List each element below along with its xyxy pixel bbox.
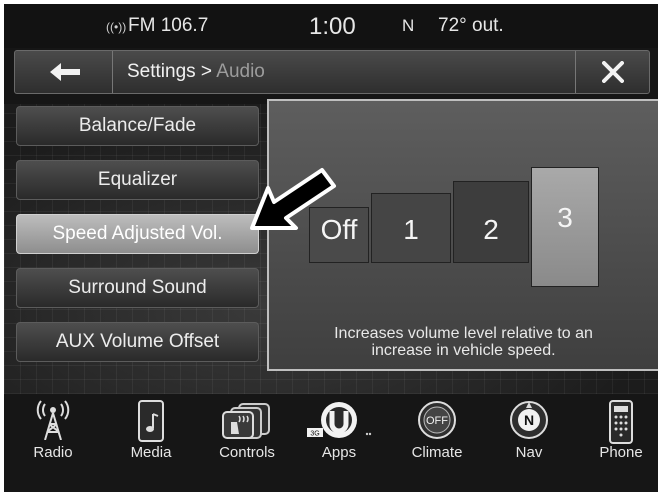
nav-media[interactable]: Media: [110, 392, 192, 472]
option-2[interactable]: 2: [453, 181, 529, 263]
description-line-1: Increases volume level relative to an: [334, 325, 593, 342]
menu-equalizer[interactable]: Equalizer: [16, 160, 259, 200]
compass-n-text: N: [524, 412, 534, 428]
nav-climate-label: Climate: [411, 444, 463, 461]
climate-off-icon: OFF: [418, 401, 456, 439]
nav-radio-label: Radio: [33, 444, 73, 461]
radio-tower-icon: [36, 400, 70, 440]
apps-3g-badge: 3G: [310, 431, 319, 438]
nav-apps-label: Apps: [321, 444, 357, 461]
heated-seat-icon: [222, 403, 270, 439]
callout-arrow-icon: [250, 168, 336, 230]
outside-temperature: 72° out.: [438, 15, 504, 36]
nav-nav-label: Nav: [515, 444, 543, 461]
close-icon: [602, 61, 624, 83]
nav-nav[interactable]: N Nav: [488, 392, 570, 472]
nav-media-label: Media: [130, 444, 172, 461]
menu-aux-volume-offset[interactable]: AUX Volume Offset: [16, 322, 259, 362]
description-line-2: increase in vehicle speed.: [371, 342, 556, 359]
status-bar: ((•)) FM 106.7 1:00 N 72° out.: [4, 4, 658, 48]
back-button[interactable]: [15, 51, 113, 93]
option-1[interactable]: 1: [371, 193, 451, 263]
header-bar: Settings > Audio: [14, 50, 650, 94]
climate-off-text: OFF: [426, 415, 448, 427]
uconnect-icon: 3G: [307, 402, 372, 438]
breadcrumb-settings[interactable]: Settings >: [127, 61, 216, 82]
menu-speed-adjusted-vol[interactable]: Speed Adjusted Vol.: [16, 214, 259, 254]
menu-balance-fade[interactable]: Balance/Fade: [16, 106, 259, 146]
nav-controls[interactable]: Controls: [206, 392, 288, 472]
back-arrow-icon: [50, 63, 80, 81]
nav-phone-label: Phone: [599, 444, 643, 461]
setting-description: Increases volume level relative to an in…: [269, 325, 658, 359]
breadcrumb: Settings > Audio: [127, 61, 265, 83]
radio-station[interactable]: FM 106.7: [128, 15, 208, 37]
nav-phone[interactable]: Phone: [580, 392, 658, 472]
nav-climate[interactable]: OFF Climate: [396, 392, 478, 472]
compass-icon: N: [510, 401, 548, 439]
option-3-label: 3: [557, 202, 573, 233]
nav-controls-label: Controls: [219, 444, 275, 461]
menu-surround-sound[interactable]: Surround Sound: [16, 268, 259, 308]
option-2-label: 2: [483, 214, 499, 245]
nav-radio[interactable]: Radio: [12, 392, 94, 472]
screen: ((•)) FM 106.7 1:00 N 72° out. Settings …: [4, 4, 658, 492]
media-phone-icon: [138, 400, 164, 442]
compass-heading: N: [402, 16, 415, 35]
option-3-selected[interactable]: 3: [531, 167, 599, 287]
nav-apps[interactable]: 3G Apps: [298, 392, 380, 472]
breadcrumb-audio: Audio: [216, 61, 265, 82]
option-1-label: 1: [403, 214, 419, 245]
clock: 1:00: [309, 13, 356, 40]
close-button[interactable]: [575, 51, 649, 93]
phone-keypad-icon: [609, 400, 633, 444]
radio-signal-icon: ((•)): [106, 20, 127, 34]
